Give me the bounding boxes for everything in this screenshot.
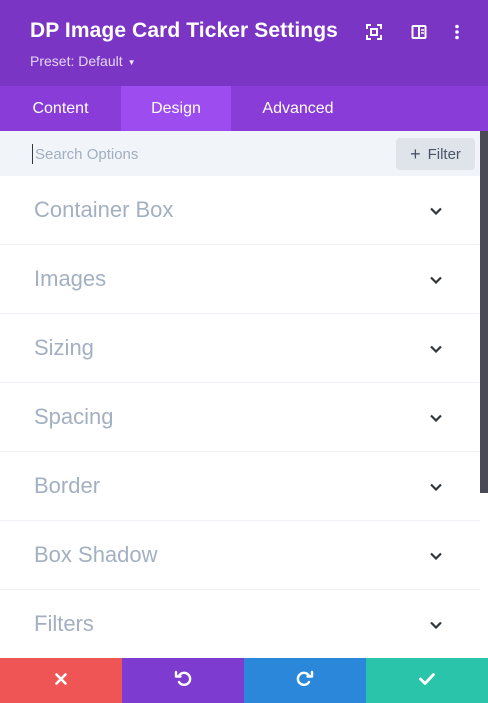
save-button[interactable] xyxy=(366,658,488,703)
scrollbar-thumb[interactable] xyxy=(480,131,488,493)
filter-button[interactable]: + Filter xyxy=(396,138,475,170)
toggle-title: Container Box xyxy=(34,197,174,222)
modal-header: DP Image Card Ticker Settings Preset: De… xyxy=(0,0,488,86)
redo-icon xyxy=(296,670,314,691)
toggle-title: Filters xyxy=(34,611,94,636)
toggle-title: Sizing xyxy=(34,335,94,360)
toggle-border[interactable]: Border xyxy=(0,452,480,521)
discard-button[interactable] xyxy=(0,658,122,703)
toggle-box-shadow[interactable]: Box Shadow xyxy=(0,521,480,590)
redo-button[interactable] xyxy=(244,658,366,703)
plus-icon: + xyxy=(410,144,421,164)
chevron-down-icon xyxy=(429,480,443,494)
filter-label: Filter xyxy=(427,145,461,163)
undo-icon xyxy=(174,670,192,691)
search-bar: + Filter xyxy=(0,131,480,176)
tab-advanced[interactable]: Advanced xyxy=(231,86,365,131)
chevron-down-icon xyxy=(429,204,443,218)
content-scrollbar[interactable] xyxy=(480,131,488,658)
toggle-list: Container Box Images Sizing Spacing Bord… xyxy=(0,176,480,658)
toggle-title: Border xyxy=(34,473,101,498)
chevron-down-icon xyxy=(429,411,443,425)
chevron-down-icon xyxy=(429,549,443,563)
toggle-container-box[interactable]: Container Box xyxy=(0,176,480,245)
more-vertical-icon[interactable] xyxy=(445,20,469,44)
toggle-images[interactable]: Images xyxy=(0,245,480,314)
toggle-sizing[interactable]: Sizing xyxy=(0,314,480,383)
toggle-title: Spacing xyxy=(34,404,114,429)
split-view-icon[interactable] xyxy=(407,20,431,44)
undo-button[interactable] xyxy=(122,658,244,703)
caret-down-icon: ▼ xyxy=(127,57,136,67)
tab-design[interactable]: Design xyxy=(121,86,231,131)
search-input[interactable] xyxy=(32,144,372,164)
expand-icon[interactable] xyxy=(362,20,386,44)
chevron-down-icon xyxy=(429,342,443,356)
toggle-title: Images xyxy=(34,266,107,291)
toggle-spacing[interactable]: Spacing xyxy=(0,383,480,452)
toggle-title: Box Shadow xyxy=(34,542,158,567)
tab-content[interactable]: Content xyxy=(0,86,121,131)
modal-footer xyxy=(0,658,488,703)
check-icon xyxy=(419,672,435,690)
preset-label: Preset: Default xyxy=(30,53,123,69)
chevron-down-icon xyxy=(429,273,443,287)
settings-tabs: Content Design Advanced xyxy=(0,86,488,131)
close-icon xyxy=(55,672,67,690)
chevron-down-icon xyxy=(429,618,443,632)
preset-dropdown[interactable]: Preset: Default ▼ xyxy=(30,53,136,69)
settings-content: + Filter Container Box Images Sizing Spa… xyxy=(0,131,480,658)
modal-title: DP Image Card Ticker Settings xyxy=(30,19,338,42)
toggle-filters[interactable]: Filters xyxy=(0,590,480,658)
